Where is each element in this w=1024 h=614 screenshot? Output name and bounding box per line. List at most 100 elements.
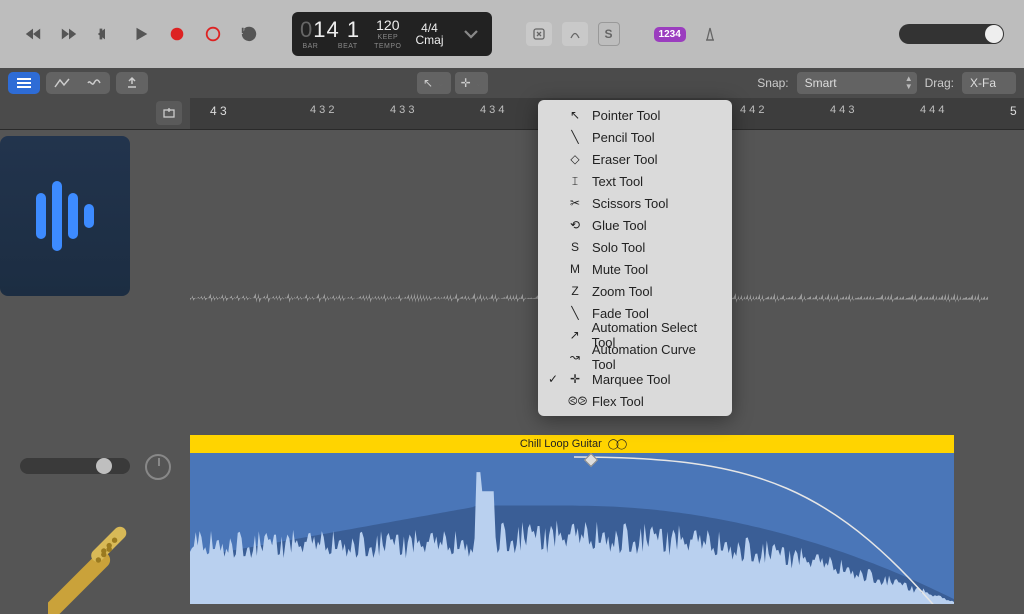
- flex-view-button[interactable]: [78, 72, 110, 94]
- tool-label: Eraser Tool: [592, 152, 658, 167]
- tool-menu-item[interactable]: ⟲ Glue Tool: [538, 214, 732, 236]
- tool-label: Automation Curve Tool: [592, 342, 722, 372]
- tool-icon: ╲: [568, 306, 582, 320]
- drag-label: Drag:: [925, 76, 954, 90]
- tool-label: Text Tool: [592, 174, 643, 189]
- record-button[interactable]: [164, 21, 190, 47]
- ruler-tick: 4 4 3: [830, 104, 854, 116]
- tool-label: Fade Tool: [592, 306, 649, 321]
- tool-icon: ⧀⧁: [568, 394, 582, 409]
- capture-record-button[interactable]: [200, 21, 226, 47]
- automation-view-button[interactable]: [46, 72, 78, 94]
- tool-icon: ✂: [568, 196, 582, 210]
- bar-value: 14: [313, 17, 339, 42]
- bar-prefix: 0: [300, 17, 313, 42]
- tool-label: Glue Tool: [592, 218, 647, 233]
- tool-label: Pencil Tool: [592, 130, 655, 145]
- tool-icon: ╲: [568, 130, 582, 144]
- horizontal-zoom-slider[interactable]: [20, 458, 130, 474]
- audio-waveform-icon: [36, 181, 94, 251]
- guitar-track-icon: [48, 524, 138, 614]
- tool-menu-item[interactable]: ◇ Eraser Tool: [538, 148, 732, 170]
- top-toolbar: 014 1 BAR BEAT 120 KEEP TEMPO 4/4 Cmaj S…: [0, 0, 1024, 68]
- pan-dial[interactable]: [145, 454, 171, 480]
- tool-menu-item[interactable]: S Solo Tool: [538, 236, 732, 258]
- forward-button[interactable]: [56, 21, 82, 47]
- tool-icon: ↝: [568, 350, 582, 364]
- marker-add-button[interactable]: [156, 101, 182, 125]
- tool-label: Flex Tool: [592, 394, 644, 409]
- snap-select[interactable]: Smart▲▼: [797, 72, 917, 94]
- ruler-tick: 4 4 2: [740, 104, 764, 116]
- track-list: [0, 130, 190, 604]
- view-tracks-button[interactable]: [8, 72, 40, 94]
- region-waveform: [190, 453, 954, 604]
- tool-menu-item[interactable]: ↖ Pointer Tool: [538, 104, 732, 126]
- drag-select[interactable]: X-Fa: [962, 72, 1016, 94]
- left-tool-dropdown[interactable]: ↖⌄: [417, 72, 451, 94]
- ruler-tick: 4 3 2: [310, 104, 334, 116]
- check-icon: ✓: [548, 372, 558, 386]
- tool-menu-item[interactable]: M Mute Tool: [538, 258, 732, 280]
- audio-region[interactable]: Chill Loop Guitar ◯◯: [190, 435, 954, 604]
- tool-label: Mute Tool: [592, 262, 648, 277]
- tool-menu[interactable]: ↖ Pointer Tool ╲ Pencil Tool ◇ Eraser Tool 𝙸 Te…: [538, 100, 732, 416]
- tool-icon: ◇: [568, 152, 582, 166]
- track-header-audio[interactable]: [0, 136, 130, 296]
- secondary-toolbar: ↖⌄ ✛⌄ Snap: Smart▲▼ Drag: X-Fa: [0, 68, 1024, 98]
- chevron-down-icon: ⌄: [437, 78, 445, 89]
- tool-label: Solo Tool: [592, 240, 645, 255]
- solo-lock-button[interactable]: S: [598, 22, 620, 46]
- ruler-tick: 5: [1010, 104, 1017, 118]
- tool-menu-item[interactable]: ✂ Scissors Tool: [538, 192, 732, 214]
- play-button[interactable]: [128, 21, 154, 47]
- transport-controls: [20, 21, 262, 47]
- tool-menu-item[interactable]: Z Zoom Tool: [538, 280, 732, 302]
- ruler-tick: 4 3 4: [480, 104, 504, 116]
- region-header[interactable]: Chill Loop Guitar ◯◯: [190, 435, 954, 453]
- marquee-icon: ✛: [461, 76, 471, 90]
- tool-icon: Z: [568, 284, 582, 298]
- tool-label: Marquee Tool: [592, 372, 671, 387]
- tool-menu-item[interactable]: ╲ Pencil Tool: [538, 126, 732, 148]
- tool-icon: ✛: [568, 372, 582, 386]
- chevron-down-icon: ⌄: [475, 78, 483, 89]
- key-value[interactable]: Cmaj: [416, 34, 444, 46]
- tool-label: Pointer Tool: [592, 108, 660, 123]
- tool-icon: S: [568, 240, 582, 254]
- stop-button[interactable]: [92, 21, 118, 47]
- tool-menu-item[interactable]: 𝙸 Text Tool: [538, 170, 732, 192]
- tool-icon: ↗: [568, 328, 582, 342]
- tool-selectors: ↖⌄ ✛⌄: [417, 72, 488, 94]
- arrange-area: Chill Loop Guitar ◯◯: [0, 130, 1024, 604]
- tool-icon: M: [568, 262, 582, 276]
- timeline-ruler[interactable]: 4 34 3 24 3 34 3 44 44 4 24 4 34 4 455 1…: [0, 98, 1024, 130]
- cycle-button[interactable]: [236, 21, 262, 47]
- tool-label: Zoom Tool: [592, 284, 652, 299]
- metronome-button[interactable]: [696, 22, 724, 46]
- pointer-icon: ↖: [423, 76, 433, 90]
- beat-value: 1: [347, 17, 360, 42]
- replace-button[interactable]: [526, 22, 552, 46]
- rewind-button[interactable]: [20, 21, 46, 47]
- lcd-display[interactable]: 014 1 BAR BEAT 120 KEEP TEMPO 4/4 Cmaj: [292, 12, 492, 56]
- lcd-dropdown-icon[interactable]: [458, 21, 484, 47]
- ruler-tick: 4 4 4: [920, 104, 944, 116]
- master-volume-slider[interactable]: [899, 24, 1004, 44]
- right-tool-dropdown[interactable]: ✛⌄: [455, 72, 489, 94]
- tool-icon: ↖: [568, 108, 582, 122]
- tool-icon: 𝙸: [568, 174, 582, 189]
- tool-menu-item[interactable]: ↝Automation Curve Tool: [538, 346, 732, 368]
- tempo-value[interactable]: 120: [374, 18, 401, 32]
- region-name: Chill Loop Guitar: [520, 438, 602, 450]
- ruler-tick: 4 3: [210, 104, 227, 118]
- count-in-badge[interactable]: 1234: [654, 27, 686, 42]
- catch-button[interactable]: [116, 72, 148, 94]
- snap-label: Snap:: [757, 76, 788, 90]
- tool-icon: ⟲: [568, 218, 582, 232]
- tool-label: Scissors Tool: [592, 196, 668, 211]
- tool-menu-item[interactable]: ⧀⧁ Flex Tool: [538, 390, 732, 412]
- ruler-tick: 4 3 3: [390, 104, 414, 116]
- tuner-button[interactable]: [562, 22, 588, 46]
- loop-icon: ◯◯: [608, 439, 624, 450]
